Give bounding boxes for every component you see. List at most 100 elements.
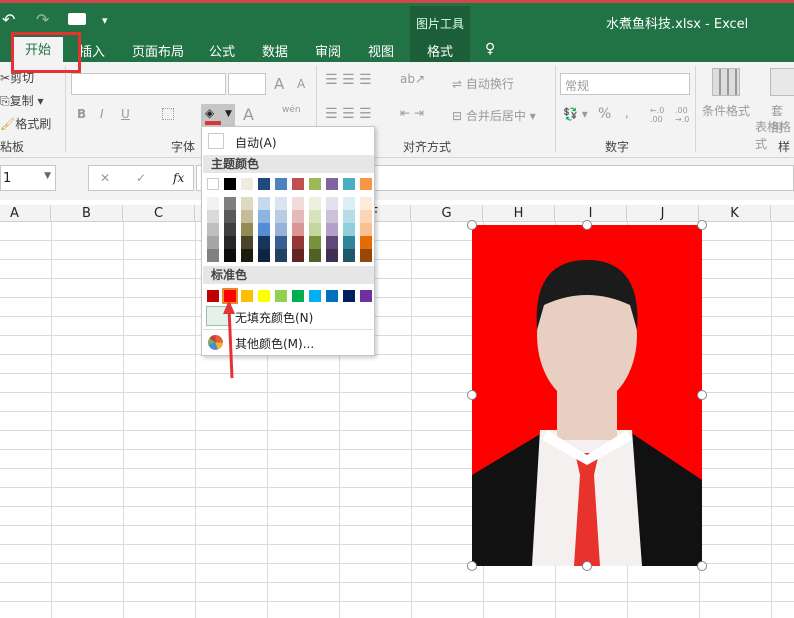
- align-left-icon[interactable]: ☰ ☰ ☰: [325, 106, 372, 122]
- resize-handle[interactable]: [467, 561, 477, 571]
- conditional-format-icon[interactable]: [712, 68, 740, 96]
- auto-color-swatch[interactable]: [208, 133, 224, 149]
- standard-color-swatch[interactable]: [241, 290, 253, 302]
- theme-color-swatch[interactable]: [241, 178, 253, 190]
- theme-color-swatch[interactable]: [309, 178, 321, 190]
- column-header-k[interactable]: K: [699, 205, 771, 222]
- theme-shade-swatch[interactable]: [309, 210, 321, 223]
- theme-shade-swatch[interactable]: [275, 210, 287, 223]
- font-size-select[interactable]: [228, 73, 266, 95]
- increase-decimal-button[interactable]: ←.0 .00: [650, 106, 666, 124]
- align-top-icon[interactable]: ☰ ☰ ☰: [325, 72, 372, 88]
- theme-shade-swatch[interactable]: [207, 197, 219, 210]
- tab-review[interactable]: 审阅: [315, 41, 341, 60]
- theme-color-swatch[interactable]: [258, 178, 270, 190]
- tab-format[interactable]: 格式: [427, 41, 453, 60]
- indent-icon[interactable]: ⇤ ⇥: [400, 106, 424, 120]
- theme-shade-swatch[interactable]: [326, 223, 338, 236]
- decrease-decimal-button[interactable]: .00 →.0: [675, 106, 691, 124]
- table-format-icon[interactable]: [770, 68, 794, 96]
- standard-color-swatch[interactable]: [309, 290, 321, 302]
- standard-color-swatch[interactable]: [326, 290, 338, 302]
- resize-handle[interactable]: [697, 220, 707, 230]
- resize-handle[interactable]: [467, 390, 477, 400]
- camera-icon[interactable]: [68, 13, 86, 25]
- resize-handle[interactable]: [697, 390, 707, 400]
- grow-font-button[interactable]: A: [274, 75, 284, 93]
- underline-button[interactable]: U: [121, 107, 130, 121]
- theme-shade-swatch[interactable]: [241, 197, 253, 210]
- shrink-font-button[interactable]: A: [297, 77, 305, 91]
- theme-shade-swatch[interactable]: [224, 210, 236, 223]
- theme-shade-swatch[interactable]: [258, 236, 270, 249]
- theme-shade-swatch[interactable]: [292, 210, 304, 223]
- theme-shade-swatch[interactable]: [343, 249, 355, 262]
- theme-color-swatch[interactable]: [275, 178, 287, 190]
- theme-shade-swatch[interactable]: [224, 249, 236, 262]
- theme-shade-swatch[interactable]: [241, 249, 253, 262]
- bold-button[interactable]: B: [77, 107, 86, 121]
- enter-icon[interactable]: ✓: [136, 171, 146, 185]
- standard-color-swatch[interactable]: [292, 290, 304, 302]
- theme-shade-swatch[interactable]: [292, 197, 304, 210]
- theme-shade-swatch[interactable]: [224, 197, 236, 210]
- standard-color-swatch[interactable]: [258, 290, 270, 302]
- theme-shade-swatch[interactable]: [275, 197, 287, 210]
- border-icon[interactable]: [162, 108, 174, 120]
- number-format-select[interactable]: 常规: [560, 73, 690, 95]
- theme-shade-swatch[interactable]: [207, 236, 219, 249]
- insert-function-icon[interactable]: fx: [173, 171, 184, 185]
- theme-shade-swatch[interactable]: [258, 210, 270, 223]
- theme-shade-swatch[interactable]: [241, 236, 253, 249]
- percent-button[interactable]: %: [598, 106, 611, 122]
- theme-color-swatch[interactable]: [360, 178, 372, 190]
- column-header-i[interactable]: I: [555, 205, 627, 222]
- name-box[interactable]: 1 ▼: [0, 165, 56, 191]
- theme-shade-swatch[interactable]: [343, 210, 355, 223]
- column-header-b[interactable]: B: [51, 205, 123, 222]
- theme-color-swatch[interactable]: [207, 178, 219, 190]
- auto-color-option[interactable]: 自动(A): [235, 134, 277, 151]
- column-header-j[interactable]: J: [627, 205, 699, 222]
- font-color-button[interactable]: A: [243, 105, 254, 124]
- theme-shade-swatch[interactable]: [309, 223, 321, 236]
- italic-button[interactable]: I: [100, 107, 104, 121]
- column-header-c[interactable]: C: [123, 205, 195, 222]
- theme-color-swatch[interactable]: [224, 178, 236, 190]
- orientation-icon[interactable]: ab↗: [400, 72, 425, 86]
- theme-shade-swatch[interactable]: [309, 249, 321, 262]
- theme-shade-swatch[interactable]: [343, 236, 355, 249]
- theme-shade-swatch[interactable]: [275, 249, 287, 262]
- theme-shade-swatch[interactable]: [258, 249, 270, 262]
- theme-shade-swatch[interactable]: [224, 223, 236, 236]
- theme-shade-swatch[interactable]: [292, 249, 304, 262]
- redo-icon[interactable]: ↷: [36, 10, 49, 29]
- theme-shade-swatch[interactable]: [360, 197, 372, 210]
- phonetic-button[interactable]: wén: [282, 105, 301, 115]
- theme-shade-swatch[interactable]: [224, 236, 236, 249]
- theme-shade-swatch[interactable]: [326, 210, 338, 223]
- theme-shade-swatch[interactable]: [258, 223, 270, 236]
- chevron-down-icon[interactable]: ▼: [225, 109, 232, 119]
- theme-shade-swatch[interactable]: [343, 223, 355, 236]
- theme-shade-swatch[interactable]: [275, 236, 287, 249]
- lightbulb-icon[interactable]: ♀: [485, 41, 495, 57]
- merge-center-button[interactable]: ⊟ 合并后居中 ▾: [452, 107, 536, 124]
- theme-shade-swatch[interactable]: [326, 236, 338, 249]
- theme-shade-swatch[interactable]: [207, 210, 219, 223]
- currency-icon[interactable]: 💱 ▾: [563, 107, 588, 121]
- resize-handle[interactable]: [582, 561, 592, 571]
- customize-qat-icon[interactable]: ▾: [102, 14, 108, 27]
- theme-shade-swatch[interactable]: [292, 236, 304, 249]
- theme-shade-swatch[interactable]: [309, 236, 321, 249]
- conditional-format-button[interactable]: 条件格式: [702, 102, 750, 119]
- cancel-icon[interactable]: ✕: [100, 171, 110, 185]
- standard-color-swatch[interactable]: [360, 290, 372, 302]
- format-painter-button[interactable]: 🖌格式刷: [0, 115, 51, 132]
- theme-color-swatch[interactable]: [292, 178, 304, 190]
- theme-shade-swatch[interactable]: [241, 223, 253, 236]
- fill-color-button[interactable]: ◈ ▼: [201, 104, 235, 128]
- resize-handle[interactable]: [697, 561, 707, 571]
- comma-button[interactable]: ,: [625, 106, 629, 120]
- theme-shade-swatch[interactable]: [258, 197, 270, 210]
